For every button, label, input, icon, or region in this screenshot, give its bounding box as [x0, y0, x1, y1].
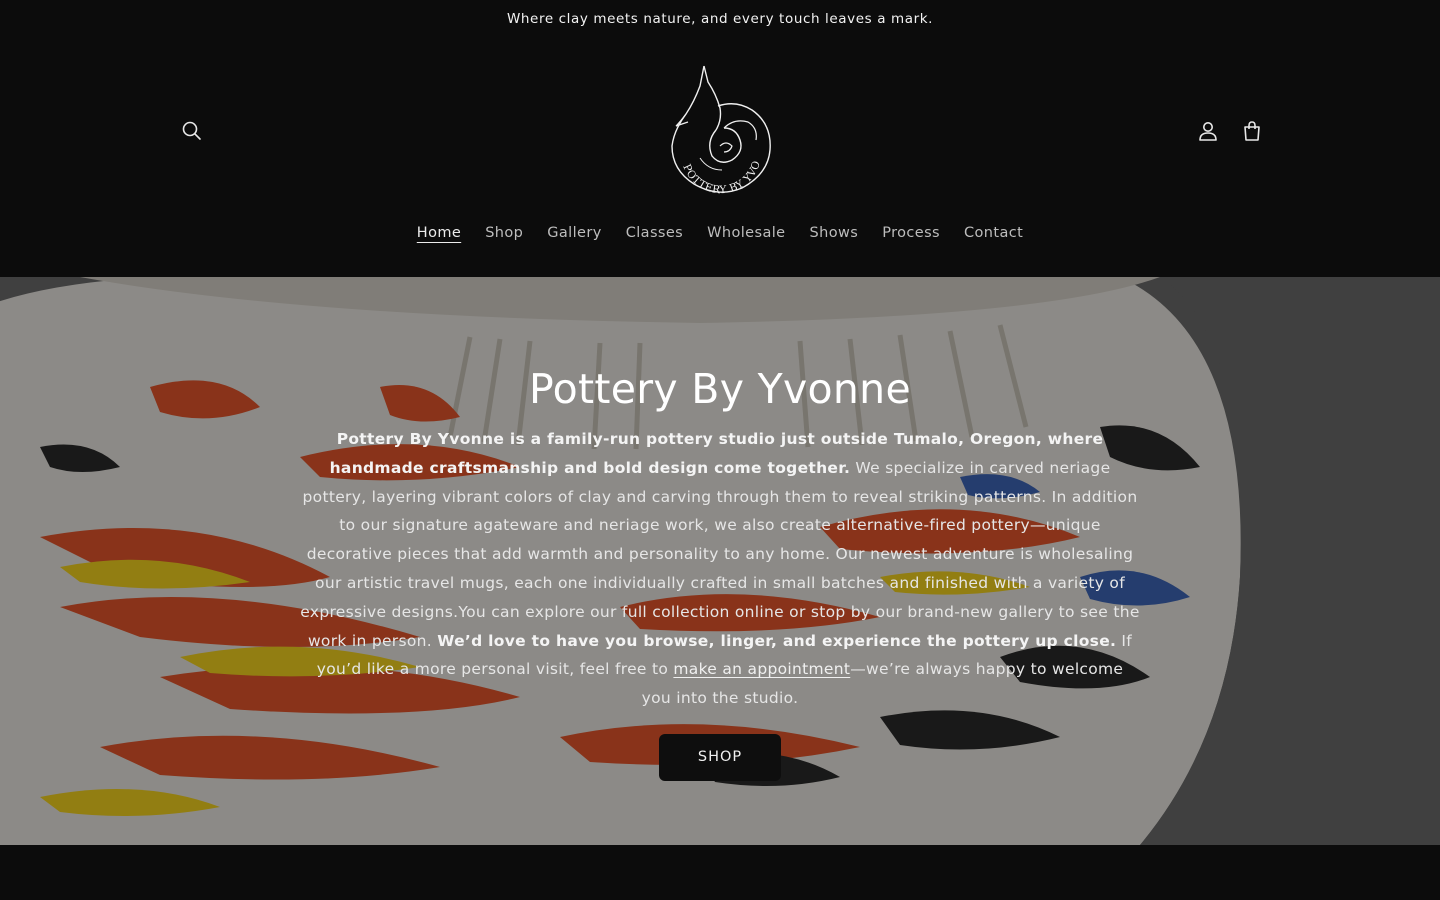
shopping-bag-icon[interactable] [1232, 111, 1272, 151]
hero-content: Pottery By Yvonne Pottery By Yvonne is a… [300, 365, 1140, 781]
logo-text: POTTERY BY YVONNE [655, 53, 762, 196]
hero-text-1: We specialize in carved neriage pottery,… [300, 458, 1140, 650]
nav-gallery[interactable]: Gallery [535, 221, 613, 245]
next-section [0, 845, 1440, 900]
shop-button[interactable]: SHOP [659, 733, 781, 781]
hero-description: Pottery By Yvonne is a family-run potter… [300, 425, 1140, 713]
hero-title: Pottery By Yvonne [529, 365, 911, 413]
announcement-text: Where clay meets nature, and every touch… [506, 11, 934, 27]
nav-shop[interactable]: Shop [473, 221, 535, 245]
logo[interactable]: POTTERY BY YVONNE [655, 53, 780, 202]
site-header: POTTERY BY YVONNE Home Shop Gallery Clas… [0, 38, 1440, 277]
appointment-link[interactable]: make an appointment [673, 660, 850, 678]
nav-contact[interactable]: Contact [952, 221, 1035, 245]
search-icon[interactable] [172, 111, 212, 151]
svg-text:POTTERY BY YVONNE: POTTERY BY YVONNE [660, 62, 763, 196]
nav-home[interactable]: Home [405, 221, 473, 245]
nav-classes[interactable]: Classes [614, 221, 695, 245]
nav-process[interactable]: Process [870, 221, 952, 245]
main-nav: Home Shop Gallery Classes Wholesale Show… [0, 221, 1440, 245]
hero-banner: Pottery By Yvonne Pottery By Yvonne is a… [0, 277, 1440, 845]
user-icon[interactable] [1188, 111, 1228, 151]
hero-text-bold-2: We’d love to have you browse, linger, an… [437, 631, 1117, 650]
announcement-bar: Where clay meets nature, and every touch… [0, 0, 1440, 38]
nav-wholesale[interactable]: Wholesale [695, 221, 797, 245]
nav-shows[interactable]: Shows [798, 221, 871, 245]
logo-mark: POTTERY BY YVONNE [655, 53, 771, 196]
